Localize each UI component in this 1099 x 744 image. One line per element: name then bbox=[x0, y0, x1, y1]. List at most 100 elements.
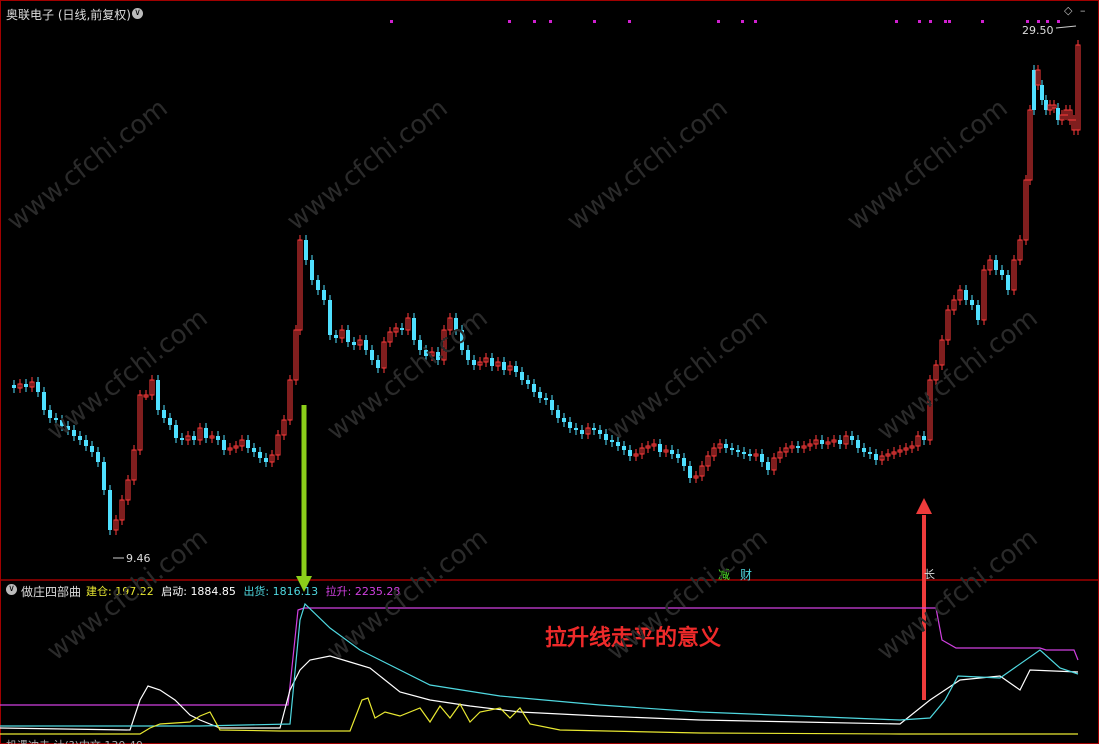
candle-body-down bbox=[688, 466, 692, 478]
candle-body-down bbox=[156, 380, 160, 410]
indicator-item-qidong-value: 1884.85 bbox=[190, 585, 236, 598]
candle-body-down bbox=[820, 440, 824, 444]
candle-body-down bbox=[1040, 85, 1044, 100]
candle-body-down bbox=[246, 440, 250, 448]
candle-body-down bbox=[760, 454, 764, 462]
candle-body-down bbox=[454, 318, 458, 330]
candle-body-down bbox=[174, 425, 178, 438]
candle-body-down bbox=[418, 340, 422, 350]
signal-dot bbox=[549, 20, 552, 23]
candle-body-down bbox=[264, 458, 268, 462]
candle-body-down bbox=[72, 430, 76, 436]
candle-body-down bbox=[192, 436, 196, 440]
signal-dot bbox=[754, 20, 757, 23]
indicator-values: 建仓: 197.22 启动: 1884.85 出货: 1816.13 拉升: 2… bbox=[86, 583, 400, 599]
candle-body-down bbox=[1056, 108, 1060, 120]
candle-body-down bbox=[424, 350, 428, 356]
low-price-label: 9.46 bbox=[126, 552, 151, 565]
candle-body-down bbox=[544, 398, 548, 400]
candle-body-down bbox=[856, 440, 860, 448]
diamond-icon[interactable]: ◇ bbox=[1064, 4, 1072, 17]
indicator-menu-icon[interactable]: ∨ bbox=[6, 584, 17, 595]
candle-body-down bbox=[616, 442, 620, 446]
candle-body-down bbox=[562, 418, 566, 422]
signal-dot bbox=[1026, 20, 1029, 23]
chevron-down-icon[interactable]: ∨ bbox=[132, 8, 143, 19]
candle-body-down bbox=[520, 372, 524, 380]
signal-dot bbox=[948, 20, 951, 23]
candle-body-down bbox=[766, 462, 770, 470]
signal-dot bbox=[918, 20, 921, 23]
candle-body-down bbox=[514, 366, 518, 372]
candle-body-down bbox=[574, 428, 578, 430]
signal-dot bbox=[390, 20, 393, 23]
candle-body-down bbox=[676, 454, 680, 458]
candle-body-down bbox=[592, 428, 596, 430]
candle-body-down bbox=[370, 350, 374, 360]
candle-body-down bbox=[1032, 70, 1036, 110]
signal-label-chang: 长 bbox=[924, 568, 935, 581]
minus-icon[interactable]: – bbox=[1080, 4, 1086, 17]
candle-body-down bbox=[682, 458, 686, 466]
signal-dot bbox=[741, 20, 744, 23]
stock-chart-window: 奥联电子 (日线,前复权) ∨ ◇ – 29.50 9.46 减 财 长 ∨ 做… bbox=[0, 0, 1099, 744]
signal-dot bbox=[717, 20, 720, 23]
signal-dot bbox=[1057, 20, 1060, 23]
candle-body-down bbox=[346, 330, 350, 342]
candle-body-down bbox=[490, 358, 494, 366]
signal-dot bbox=[929, 20, 932, 23]
high-price-label: 29.50 bbox=[1022, 24, 1054, 37]
candle-body-down bbox=[78, 436, 82, 440]
signal-dot bbox=[1046, 20, 1049, 23]
candle-body-down bbox=[466, 350, 470, 360]
candle-body-down bbox=[42, 392, 46, 410]
candle-body-down bbox=[868, 452, 872, 454]
candle-body-down bbox=[742, 452, 746, 454]
candle-body-down bbox=[970, 300, 974, 305]
candle-body-down bbox=[322, 290, 326, 300]
candle-body-down bbox=[168, 418, 172, 425]
candle-body-down bbox=[1044, 100, 1048, 110]
signal-dot bbox=[593, 20, 596, 23]
candle-body-down bbox=[874, 454, 878, 460]
candle-body-down bbox=[658, 444, 662, 452]
candle-body-down bbox=[102, 462, 106, 490]
candle-body-down bbox=[730, 448, 734, 450]
candle-body-down bbox=[304, 240, 308, 260]
candle-body-down bbox=[400, 328, 404, 330]
indicator-item-lasheng-value: 2235.28 bbox=[354, 585, 401, 598]
candle-body-down bbox=[838, 440, 842, 444]
candle-body-down bbox=[550, 400, 554, 410]
signal-dot bbox=[981, 20, 984, 23]
candle-body-down bbox=[556, 410, 560, 418]
candle-body-down bbox=[12, 385, 16, 388]
candle-body-down bbox=[84, 440, 88, 446]
candle-body-down bbox=[964, 290, 968, 300]
candle-body-down bbox=[90, 446, 94, 452]
indicator-item-jiancang-label: 建仓: bbox=[86, 585, 112, 598]
candle-body-down bbox=[412, 318, 416, 340]
candle-body-down bbox=[162, 410, 166, 418]
indicator-item-jiancang-value: 197.22 bbox=[115, 585, 154, 598]
candle-body-down bbox=[568, 422, 572, 428]
candle-body-down bbox=[598, 430, 602, 434]
candle-body-down bbox=[532, 384, 536, 392]
candle-body-down bbox=[580, 430, 584, 434]
candle-body-down bbox=[922, 436, 926, 440]
signal-dot bbox=[944, 20, 947, 23]
signal-label-cai: 财 bbox=[740, 568, 753, 582]
signal-dot bbox=[533, 20, 536, 23]
candle-body-down bbox=[24, 384, 28, 387]
candle-body-down bbox=[252, 448, 256, 452]
signal-dot bbox=[895, 20, 898, 23]
candle-body-down bbox=[258, 452, 262, 458]
candle-body-down bbox=[334, 335, 338, 338]
chart-title[interactable]: 奥联电子 (日线,前复权) bbox=[6, 6, 131, 23]
indicator-name[interactable]: 做庄四部曲 bbox=[21, 583, 81, 600]
candle-body-down bbox=[96, 452, 100, 462]
candle-body-down bbox=[328, 300, 332, 335]
candle-body-down bbox=[538, 392, 542, 398]
indicator-item-chuhuo-value: 1816.13 bbox=[272, 585, 319, 598]
indicator-item-lasheng-label: 拉升: bbox=[325, 585, 352, 598]
candle-body-down bbox=[204, 428, 208, 438]
